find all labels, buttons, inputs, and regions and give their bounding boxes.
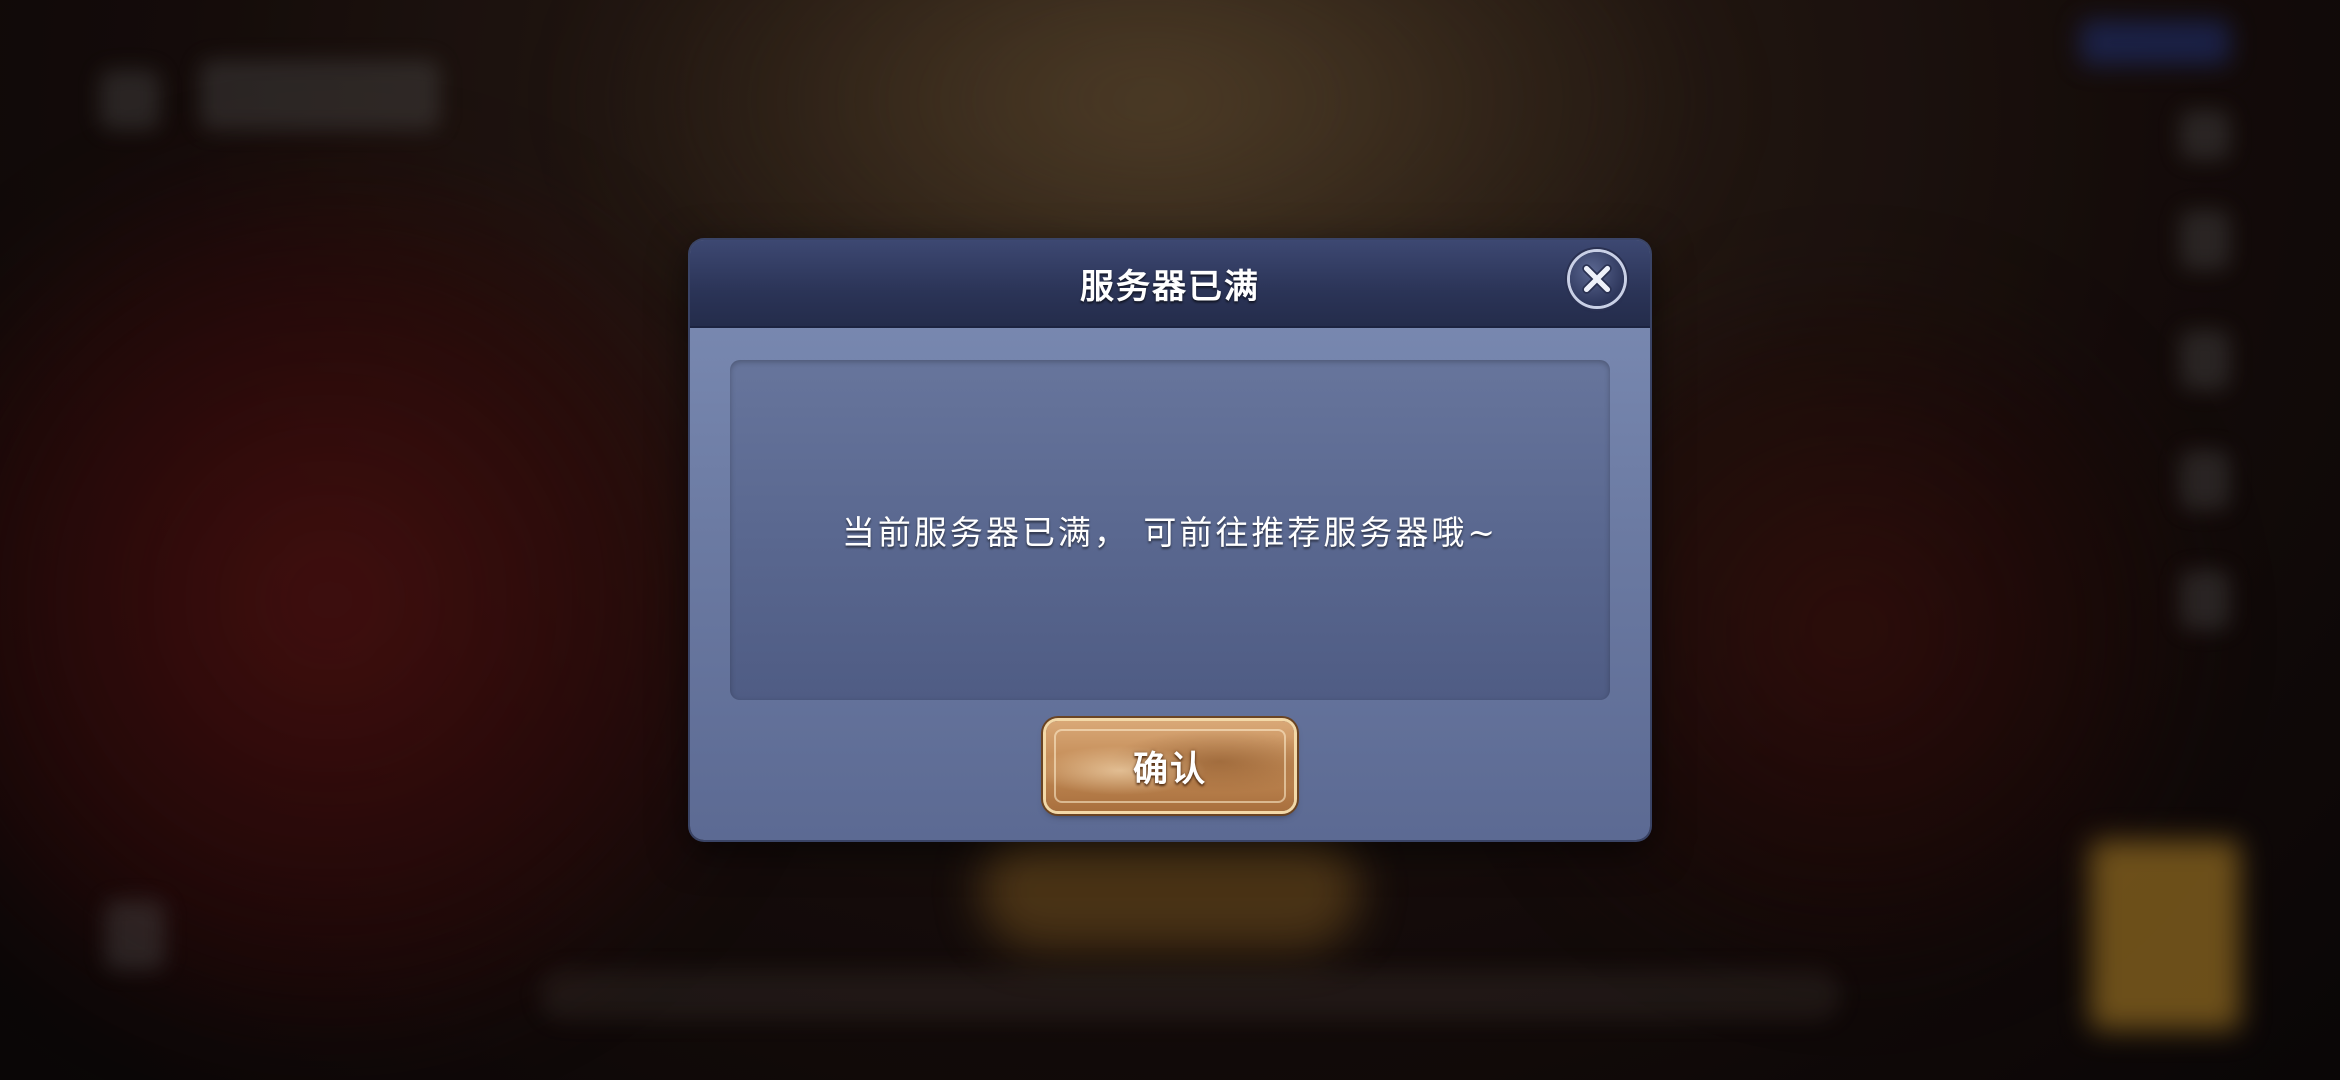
close-button[interactable] [1570, 252, 1624, 306]
confirm-button-label: 确认 [1132, 748, 1207, 790]
message-panel: 当前服务器已满， 可前往推荐服务器哦~ [730, 360, 1610, 700]
game-screen: 服务器已满 当前服务器已满， 可前往推荐服务器哦~ 确认 [0, 0, 2340, 1080]
dialog-title: 服务器已满 [1080, 266, 1260, 307]
dialog-message: 当前服务器已满， 可前往推荐服务器哦~ [841, 513, 1499, 552]
dialog-header: 服务器已满 [690, 240, 1650, 328]
close-x-icon [1582, 264, 1612, 294]
server-full-dialog: 服务器已满 当前服务器已满， 可前往推荐服务器哦~ 确认 [690, 240, 1650, 840]
confirm-button[interactable]: 确认 [1046, 721, 1294, 811]
